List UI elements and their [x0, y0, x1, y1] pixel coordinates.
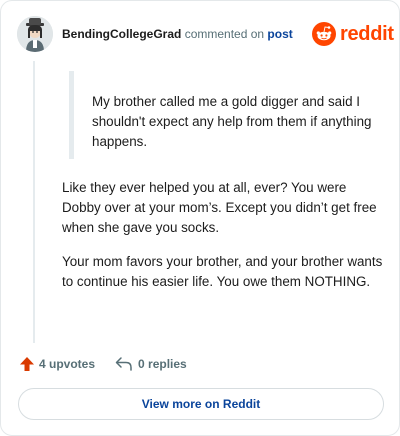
- avatar-image: [17, 16, 53, 52]
- post-link[interactable]: post: [267, 27, 292, 41]
- reddit-wordmark: reddit: [340, 23, 394, 45]
- commented-text: commented on: [184, 27, 265, 41]
- upvote-action[interactable]: 4 upvotes: [19, 356, 95, 372]
- avatar[interactable]: [17, 16, 53, 52]
- upvote-arrow-icon[interactable]: [19, 356, 35, 372]
- username[interactable]: BendingCollegeGrad: [62, 27, 181, 41]
- thread-line: [33, 61, 35, 343]
- quote-bar: [69, 71, 74, 159]
- comment-paragraph-2: Your mom favors your brother, and your b…: [62, 254, 383, 289]
- upvote-count: 4 upvotes: [39, 357, 96, 371]
- comment-header: BendingCollegeGrad commented on post: [62, 27, 293, 41]
- reply-arrow-icon[interactable]: [115, 356, 133, 372]
- quoted-text: My brother called me a gold digger and s…: [92, 94, 372, 149]
- view-more-button[interactable]: View more on Reddit: [18, 388, 384, 420]
- reply-action[interactable]: 0 replies: [115, 356, 187, 372]
- comment-embed-card: BendingCollegeGrad commented on post red…: [0, 0, 400, 436]
- reply-count: 0 replies: [138, 357, 187, 371]
- comment-paragraph-1: Like they ever helped you at all, ever? …: [62, 180, 377, 235]
- reddit-snoo-icon: [312, 22, 336, 46]
- comment-actions: 4 upvotes 0 replies: [19, 355, 187, 373]
- reddit-logo[interactable]: reddit: [312, 21, 394, 47]
